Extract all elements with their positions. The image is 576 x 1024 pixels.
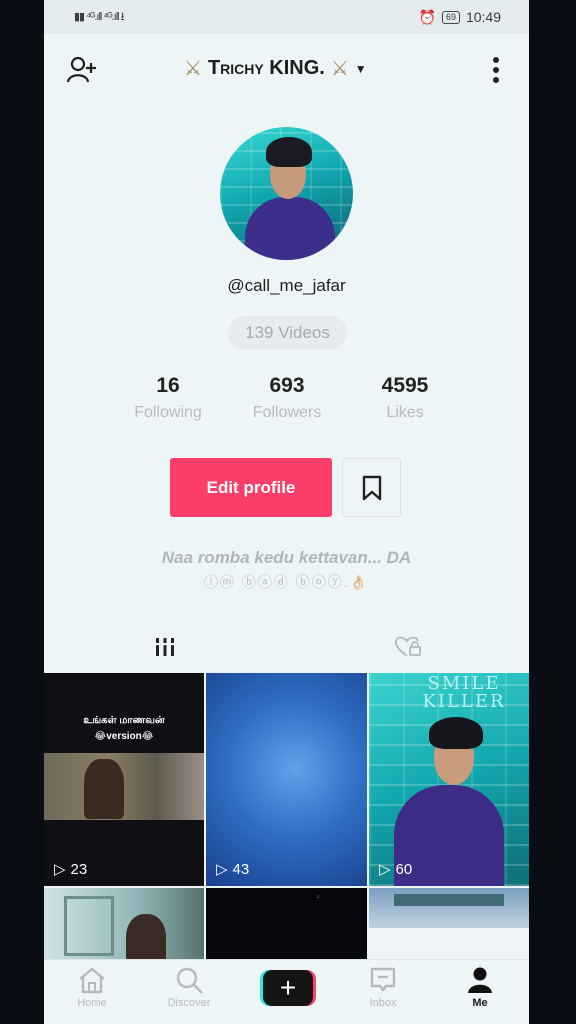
network-indicators: ▮▮ ⁴ᴳ.ıll ⁴ᴳ.ıll ⭳ — [74, 8, 124, 27]
nav-inbox[interactable]: Inbox — [343, 966, 423, 1009]
play-icon: ▷ — [379, 861, 391, 878]
favorites-button[interactable] — [342, 458, 401, 517]
view-count-value: 43 — [232, 860, 250, 878]
tab-liked[interactable] — [287, 622, 530, 672]
signal-icon: ▮▮ ⁴ᴳ.ıll ⁴ᴳ.ıll ⭳ — [74, 10, 124, 23]
video-thumbnail[interactable] — [369, 888, 529, 963]
following-stat[interactable]: 16 Following — [113, 374, 223, 422]
avatar-person — [245, 197, 335, 260]
nav-home[interactable]: Home — [52, 966, 132, 1009]
liked-lock-icon — [394, 636, 421, 657]
inbox-icon — [370, 967, 396, 992]
thumbnail-watermark: ♫ — [316, 894, 320, 900]
status-bar: ▮▮ ⁴ᴳ.ıll ⁴ᴳ.ıll ⭳ ⏰ 69 10:49 — [44, 0, 529, 34]
followers-count: 693 — [269, 374, 305, 397]
home-icon — [79, 967, 105, 994]
view-count: ▷ 23 — [54, 860, 88, 879]
nav-home-label: Home — [77, 997, 107, 1009]
following-count: 16 — [156, 374, 180, 397]
thumbnail-caption: 😂version😂 — [94, 731, 154, 742]
likes-stat[interactable]: 4595 Likes — [350, 374, 460, 422]
view-count: ▷ 43 — [216, 860, 250, 879]
chevron-down-icon: ▼ — [354, 61, 367, 76]
likes-label: Likes — [386, 404, 424, 421]
nav-me-label: Me — [472, 997, 488, 1009]
view-count-value: 23 — [70, 860, 88, 878]
content-tabs — [44, 622, 529, 672]
bio-text: Naa romba kedu kettavan... DA — [161, 548, 412, 567]
thumbnail-banner — [394, 894, 504, 906]
thumbnail-person — [126, 914, 166, 963]
add-friend-button[interactable] — [66, 54, 98, 86]
thumbnail-scene — [44, 753, 204, 820]
page-title: Trichy KING. — [207, 57, 325, 79]
video-thumbnail[interactable]: ♫ — [206, 888, 367, 963]
bio-subtext: ⓘⓜ ⓑⓐⓓ ⓑⓞⓨ.👌🏻 — [203, 574, 370, 590]
status-right: ⏰ 69 10:49 — [419, 9, 502, 26]
bookmark-icon — [362, 475, 381, 500]
more-vertical-icon — [493, 57, 499, 83]
nav-inbox-label: Inbox — [369, 997, 397, 1009]
video-thumbnail[interactable]: SMILE KILLER ▷ 60 — [369, 673, 529, 886]
clock: 10:49 — [465, 9, 501, 25]
app-screen: ▮▮ ⁴ᴳ.ıll ⁴ᴳ.ıll ⭳ ⏰ 69 10:49 ⚔ Trichy K… — [44, 0, 529, 1024]
thumbnail-hair — [429, 717, 483, 749]
likes-count: 4595 — [381, 374, 429, 397]
video-thumbnail[interactable] — [44, 888, 204, 963]
view-count: ▷ 60 — [379, 860, 413, 879]
followers-stat[interactable]: 693 Followers — [232, 374, 342, 422]
nav-discover-label: Discover — [167, 997, 211, 1009]
alarm-icon: ⏰ — [418, 8, 436, 25]
bottom-nav: Home Discover + Inbox Me — [44, 959, 529, 1024]
person-plus-icon — [67, 56, 96, 83]
profile-title-dropdown[interactable]: ⚔ Trichy KING. ⚔ ▼ — [184, 56, 367, 81]
thumbnail-person — [84, 759, 124, 819]
search-icon — [176, 967, 203, 994]
videos-count-badge: 139 Videos — [228, 316, 347, 350]
swords-icon: ⚔ — [330, 58, 349, 80]
thumbnail-window — [64, 896, 114, 956]
view-count-value: 60 — [395, 860, 413, 878]
profile-icon — [468, 967, 492, 993]
followers-label: Followers — [252, 404, 322, 421]
profile-header: ⚔ Trichy KING. ⚔ ▼ — [44, 50, 529, 90]
avatar-hair — [266, 137, 312, 167]
video-thumbnail[interactable]: ▷ 43 — [206, 673, 367, 886]
nav-discover[interactable]: Discover — [149, 966, 229, 1009]
more-options-button[interactable] — [480, 54, 512, 86]
play-icon: ▷ — [216, 861, 228, 878]
thumbnail-caption: உங்கள் மாணவன் — [83, 715, 165, 726]
grid-icon — [154, 638, 177, 656]
thumbnail-ground — [369, 928, 529, 963]
edit-profile-button[interactable]: Edit profile — [170, 458, 332, 517]
swords-icon: ⚔ — [184, 58, 202, 80]
create-video-button[interactable]: + — [260, 970, 316, 1006]
following-label: Following — [134, 404, 202, 421]
play-icon: ▷ — [54, 861, 66, 878]
avatar[interactable] — [220, 127, 353, 260]
create-icon: + — [263, 970, 313, 1006]
nav-me[interactable]: Me — [440, 966, 520, 1009]
username: @call_me_jafar — [227, 276, 346, 295]
battery-level: 69 — [441, 10, 460, 24]
thumbnail-sign: SMILE KILLER — [422, 673, 506, 712]
tab-videos[interactable] — [44, 622, 287, 672]
video-thumbnail[interactable]: உங்கள் மாணவன் 😂version😂 ▷ 23 — [44, 673, 204, 886]
